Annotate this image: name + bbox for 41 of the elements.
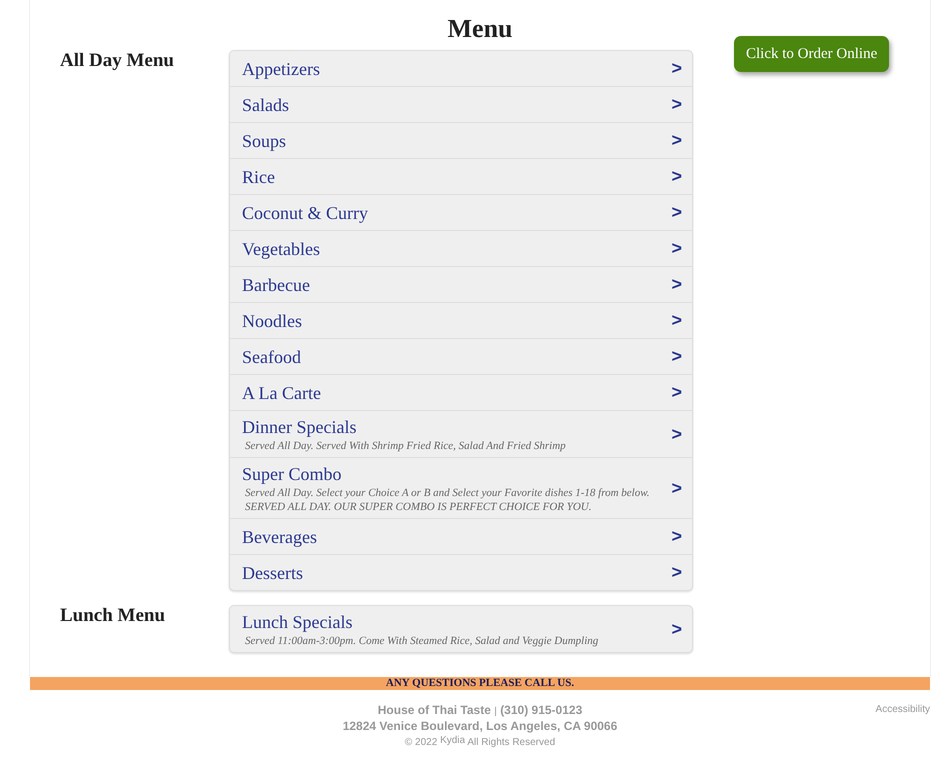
- rights-text: All Rights Reserved: [467, 737, 556, 748]
- chevron-icon: >: [671, 307, 682, 334]
- separator: |: [494, 706, 497, 717]
- chevron-icon: >: [671, 343, 682, 370]
- chevron-icon: >: [671, 127, 682, 154]
- chevron-icon: >: [671, 523, 682, 550]
- address: 12824 Venice Boulevard, Los Angeles, CA 90066: [342, 719, 618, 733]
- menu-category-link[interactable]: Desserts >: [230, 555, 692, 590]
- copyright: © 2022: [404, 737, 438, 748]
- chevron-icon: >: [671, 474, 682, 502]
- page-title: Menu: [446, 13, 514, 42]
- menu-category-link[interactable]: Lunch Specials Served 11:00am-3:00pm. Come With Steamed Rice, Salad and Veggie Dumpling >: [230, 606, 692, 652]
- chevron-icon: >: [671, 271, 682, 298]
- menu-category-link[interactable]: Appetizers >: [230, 51, 692, 87]
- chevron-icon: >: [671, 559, 682, 586]
- chevron-icon: >: [671, 55, 682, 82]
- chevron-icon: >: [671, 163, 682, 190]
- menu-category-link[interactable]: A La Carte >: [230, 375, 692, 411]
- menu-category-link[interactable]: Dinner Specials Served All Day. Served With Shrimp Fried Rice, Salad And Fried Shrimp >: [230, 411, 692, 458]
- menu-category-link[interactable]: Super Combo Served All Day. Select your Choice A or B and Select your Favorite dishes 1-18 from below. SERVED ALL DAY. OUR SUPER COMBO IS PERFECT CHOICE FOR YOU. >: [230, 458, 692, 519]
- menu-category-link[interactable]: Noodles >: [230, 303, 692, 339]
- section-heading: Lunch Menu: [59, 605, 166, 628]
- menu-category-link[interactable]: Barbecue >: [230, 267, 692, 303]
- chevron-icon: >: [671, 616, 682, 642]
- business-name: House of Thai Taste: [378, 703, 491, 717]
- menu-category-link[interactable]: Rice >: [230, 159, 692, 195]
- menu-category-link[interactable]: Seafood >: [230, 339, 692, 375]
- chevron-icon: >: [671, 235, 682, 262]
- chevron-icon: >: [671, 199, 682, 226]
- menu-category-link[interactable]: Soups >: [230, 123, 692, 159]
- menu-category-link[interactable]: Beverages >: [230, 519, 692, 555]
- call-us-banner: ANY QUESTIONS PLEASE CALL US.: [30, 677, 930, 690]
- menu-category-link[interactable]: Vegetables >: [230, 231, 692, 267]
- menu-category-link[interactable]: Salads >: [230, 87, 692, 123]
- order-online-button[interactable]: Click to Order Online: [734, 36, 890, 72]
- menu-category-link[interactable]: Coconut & Curry >: [230, 195, 692, 231]
- phone-number: (310) 915-0123: [500, 703, 582, 717]
- chevron-icon: >: [671, 91, 682, 118]
- chevron-icon: >: [671, 420, 682, 448]
- chevron-icon: >: [671, 379, 682, 406]
- section-heading: All Day Menu: [59, 50, 175, 73]
